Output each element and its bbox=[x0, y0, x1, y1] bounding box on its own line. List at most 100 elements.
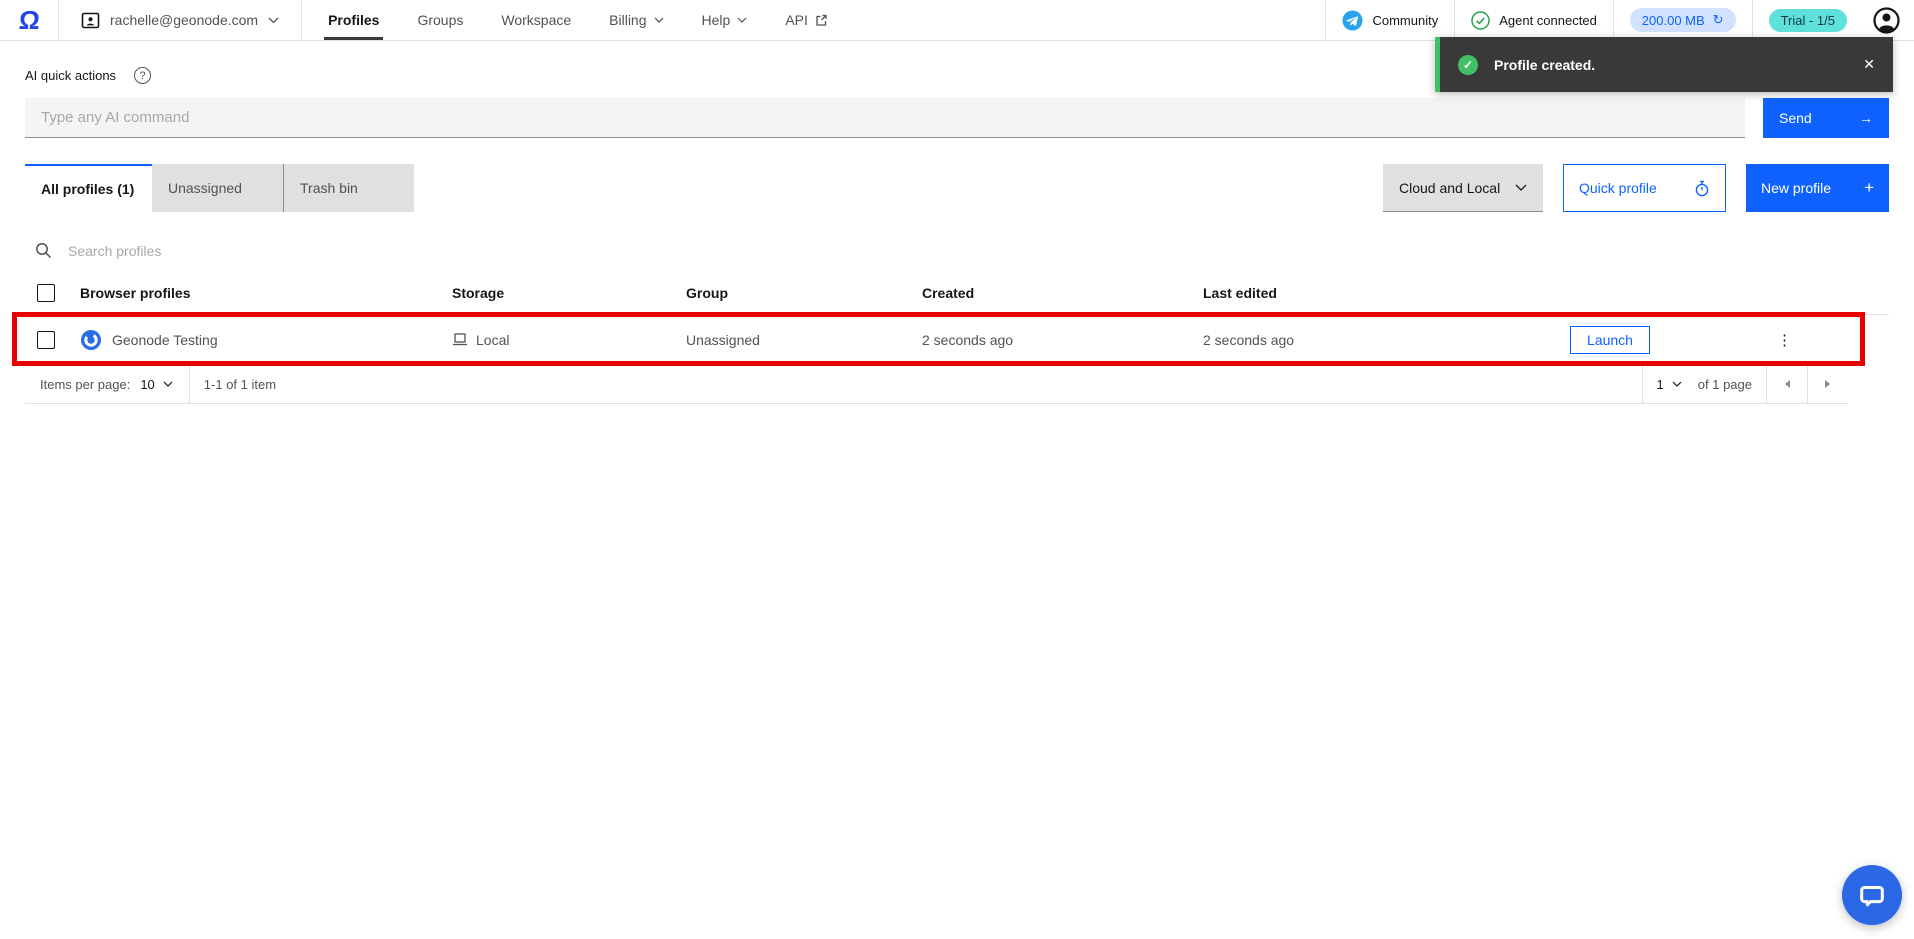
items-per-page-label: Items per page: bbox=[40, 377, 130, 392]
nav-item-groups[interactable]: Groups bbox=[417, 0, 463, 40]
chevron-down-icon bbox=[737, 17, 747, 23]
profile-name: Geonode Testing bbox=[112, 332, 218, 348]
top-bar: Ω rachelle@geonode.com Profiles Groups W… bbox=[0, 0, 1914, 41]
column-browser-profiles: Browser profiles bbox=[69, 285, 452, 301]
chat-bubble-icon bbox=[1857, 880, 1887, 910]
data-usage-value: 200.00 MB bbox=[1642, 13, 1705, 28]
quick-profile-label: Quick profile bbox=[1579, 180, 1657, 196]
created-value: 2 seconds ago bbox=[922, 332, 1203, 348]
items-per-page-select[interactable]: 10 bbox=[130, 377, 182, 392]
page-value: 1 bbox=[1657, 377, 1664, 392]
chevron-down-icon bbox=[268, 17, 279, 24]
items-per-page-value: 10 bbox=[140, 377, 154, 392]
pagination-bar: Items per page: 10 1-1 of 1 item 1 of 1 … bbox=[25, 364, 1848, 404]
tab-trash-bin[interactable]: Trash bin bbox=[283, 164, 414, 212]
storage-value: Local bbox=[476, 332, 509, 348]
nav-item-workspace[interactable]: Workspace bbox=[501, 0, 571, 40]
profile-tabs: All profiles (1) Unassigned Trash bin bbox=[25, 164, 414, 212]
search-input[interactable] bbox=[68, 243, 428, 259]
page-select[interactable]: 1 bbox=[1657, 377, 1682, 392]
column-storage: Storage bbox=[452, 285, 686, 301]
toast-message: Profile created. bbox=[1494, 57, 1595, 73]
nav-label: Profiles bbox=[328, 12, 379, 28]
profiles-toolbar: Cloud and Local Quick profile New profil… bbox=[1383, 164, 1889, 212]
toast-notification: ✓ Profile created. ✕ bbox=[1435, 37, 1893, 92]
nav-label: Help bbox=[702, 12, 731, 28]
agent-status-label: Agent connected bbox=[1499, 13, 1597, 28]
last-edited-value: 2 seconds ago bbox=[1203, 332, 1540, 348]
success-check-icon: ✓ bbox=[1458, 55, 1478, 75]
tab-unassigned[interactable]: Unassigned bbox=[152, 164, 283, 212]
divider bbox=[189, 365, 190, 403]
main-nav: Profiles Groups Workspace Billing Help A… bbox=[328, 0, 828, 40]
nav-label: Billing bbox=[609, 12, 646, 28]
send-button[interactable]: Send → bbox=[1763, 98, 1889, 138]
trial-badge-label: Trial - 1/5 bbox=[1781, 13, 1835, 28]
storage-filter-value: Cloud and Local bbox=[1399, 180, 1500, 196]
app-logo[interactable]: Ω bbox=[0, 0, 58, 40]
new-profile-button[interactable]: New profile + bbox=[1746, 164, 1889, 212]
chevron-down-icon bbox=[1515, 184, 1527, 191]
account-email: rachelle@geonode.com bbox=[110, 12, 258, 28]
telegram-icon bbox=[1342, 10, 1363, 31]
data-usage-pill[interactable]: 200.00 MB ↻ bbox=[1630, 8, 1736, 32]
nav-item-billing[interactable]: Billing bbox=[609, 0, 663, 40]
external-link-icon bbox=[815, 14, 828, 27]
nav-item-help[interactable]: Help bbox=[702, 0, 748, 40]
next-page-button[interactable] bbox=[1808, 365, 1848, 403]
avatar[interactable] bbox=[1863, 0, 1914, 40]
chat-launcher-button[interactable] bbox=[1842, 865, 1902, 925]
chevron-down-icon bbox=[1672, 381, 1682, 387]
ai-section-label: AI quick actions bbox=[25, 68, 116, 83]
plan-group: Trial - 1/5 bbox=[1753, 0, 1863, 40]
nav-label: API bbox=[785, 12, 808, 28]
plus-icon: + bbox=[1864, 178, 1874, 198]
ai-command-input[interactable] bbox=[25, 98, 1745, 138]
account-card-icon bbox=[81, 12, 100, 29]
community-link[interactable]: Community bbox=[1326, 0, 1454, 40]
close-icon[interactable]: ✕ bbox=[1863, 56, 1875, 73]
help-icon[interactable]: ? bbox=[134, 67, 151, 84]
nav-label: Groups bbox=[417, 12, 463, 28]
nav-item-profiles[interactable]: Profiles bbox=[328, 0, 379, 40]
stopwatch-icon bbox=[1694, 180, 1710, 197]
agent-status: Agent connected bbox=[1455, 0, 1613, 40]
account-menu[interactable]: rachelle@geonode.com bbox=[59, 0, 301, 40]
launch-button[interactable]: Launch bbox=[1570, 326, 1650, 354]
items-range-text: 1-1 of 1 item bbox=[196, 377, 276, 392]
community-label: Community bbox=[1372, 13, 1438, 28]
geonode-logo-icon: Ω bbox=[17, 5, 40, 36]
quick-profile-button[interactable]: Quick profile bbox=[1563, 164, 1726, 212]
main-content: AI quick actions ? Send → All profiles (… bbox=[0, 67, 1914, 404]
profiles-table: Browser profiles Storage Group Created L… bbox=[25, 271, 1889, 364]
prev-page-button[interactable] bbox=[1767, 365, 1807, 403]
tab-label: Trash bin bbox=[300, 180, 358, 196]
trial-badge: Trial - 1/5 bbox=[1769, 9, 1847, 32]
arrow-right-icon: → bbox=[1859, 110, 1873, 126]
kebab-menu-icon[interactable]: ⋮ bbox=[1769, 327, 1800, 353]
group-value: Unassigned bbox=[686, 332, 922, 348]
nav-label: Workspace bbox=[501, 12, 571, 28]
table-row-wrapper: Geonode Testing Local Unassigned 2 secon… bbox=[25, 315, 1889, 364]
chevron-down-icon bbox=[163, 381, 173, 387]
row-checkbox[interactable] bbox=[37, 331, 55, 349]
divider bbox=[301, 0, 302, 40]
column-group: Group bbox=[686, 285, 922, 301]
pages-count-text: of 1 page bbox=[1698, 377, 1752, 392]
caret-right-icon bbox=[1824, 379, 1832, 389]
data-usage-group: 200.00 MB ↻ bbox=[1614, 0, 1752, 40]
column-created: Created bbox=[922, 285, 1203, 301]
refresh-icon[interactable]: ↻ bbox=[1713, 12, 1724, 28]
caret-left-icon bbox=[1783, 379, 1791, 389]
chevron-down-icon bbox=[654, 17, 664, 23]
nav-item-api[interactable]: API bbox=[785, 0, 828, 40]
tab-all-profiles[interactable]: All profiles (1) bbox=[25, 164, 152, 212]
table-row[interactable]: Geonode Testing Local Unassigned 2 secon… bbox=[25, 315, 1889, 364]
check-circle-icon bbox=[1471, 11, 1490, 30]
select-all-checkbox[interactable] bbox=[37, 284, 55, 302]
send-label: Send bbox=[1779, 110, 1812, 126]
top-bar-right: Community Agent connected 200.00 MB ↻ Tr… bbox=[1325, 0, 1914, 40]
profile-browser-icon bbox=[80, 329, 102, 351]
storage-filter-select[interactable]: Cloud and Local bbox=[1383, 164, 1543, 212]
column-last-edited: Last edited bbox=[1203, 285, 1540, 301]
